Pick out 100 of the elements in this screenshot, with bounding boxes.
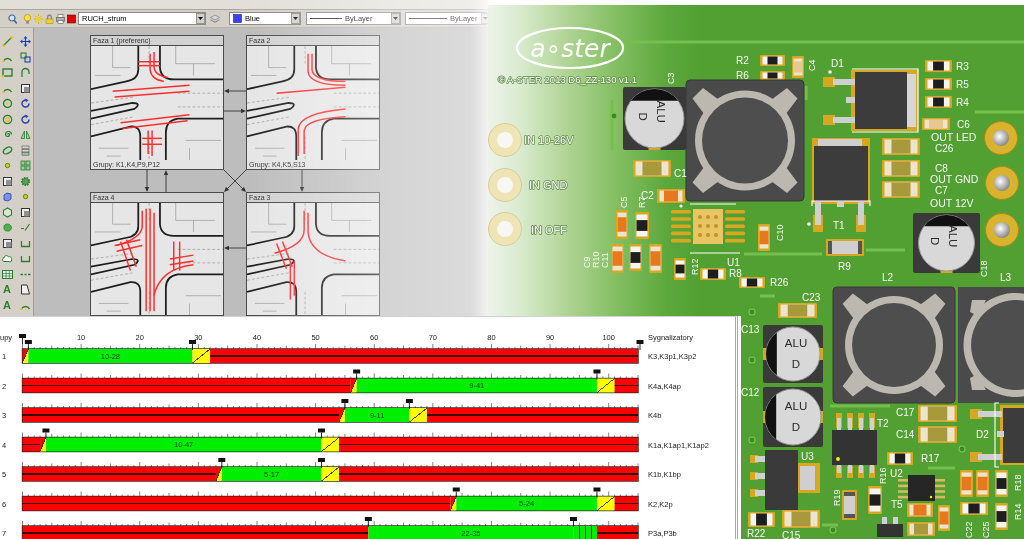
copper-trace	[975, 110, 1024, 114]
color-swatch-icon	[67, 13, 76, 24]
ring-icon[interactable]	[1, 113, 13, 125]
component-label: L3	[1000, 272, 1012, 283]
pad-label: OUT GND	[930, 173, 979, 185]
component-label: T1	[833, 220, 845, 231]
square-icon[interactable]	[19, 206, 31, 218]
via-icon	[610, 112, 618, 120]
pad-label: IN OFF	[531, 224, 568, 236]
smd-resistor	[748, 512, 775, 527]
lightbulb-icon[interactable]	[23, 13, 32, 24]
stack-icon[interactable]	[19, 144, 31, 156]
power-diode	[970, 402, 1024, 468]
component-label: R16	[878, 467, 888, 484]
layers-icon[interactable]	[210, 13, 220, 24]
rotate-icon[interactable]	[19, 98, 31, 109]
mirror-icon[interactable]	[19, 129, 31, 140]
copper-trace	[928, 466, 955, 470]
phase-marker-icon	[42, 428, 50, 439]
component-label: R12	[690, 258, 700, 275]
connector-pad	[488, 168, 522, 202]
rotate-icon[interactable]	[19, 113, 31, 125]
copper-trace	[804, 86, 808, 100]
copper-trace	[760, 294, 775, 298]
square-icon[interactable]	[1, 237, 13, 249]
ic-chip	[832, 413, 877, 478]
component-label: C25	[981, 521, 991, 538]
offset-icon[interactable]	[19, 67, 31, 78]
smd-capacitor	[633, 160, 671, 177]
magnifier-icon[interactable]	[8, 13, 17, 24]
connector-pad	[488, 212, 522, 246]
gear-icon[interactable]	[19, 175, 31, 187]
brand-logo: a∘ster	[515, 26, 625, 70]
flow-arrow	[224, 245, 247, 251]
component-label: C12	[741, 387, 760, 398]
smd-capacitor	[758, 224, 770, 251]
smd-resistor	[868, 486, 882, 514]
via-icon	[748, 356, 756, 364]
pad-label: IN GND	[529, 179, 568, 191]
smd-capacitor	[882, 181, 920, 198]
component-label: C14	[896, 429, 915, 440]
padlock-icon[interactable]	[45, 13, 54, 24]
cloud-icon[interactable]	[1, 253, 13, 264]
table-icon[interactable]	[1, 268, 13, 280]
phase-marker-icon	[405, 399, 413, 410]
component-label: U2	[890, 468, 903, 479]
phase-marker-icon	[353, 369, 361, 380]
pad-label: OUT LED	[931, 131, 977, 143]
component-label: R8	[729, 268, 742, 279]
trapezoid-icon[interactable]	[19, 284, 31, 295]
line-sample-icon	[409, 17, 447, 20]
component-label: R26	[770, 277, 789, 288]
smd-capacitor	[782, 510, 820, 528]
electrolytic-capacitor: ALU D	[763, 387, 823, 447]
melf-resistor	[826, 239, 864, 256]
grid-icon[interactable]	[19, 160, 31, 171]
copy-icon[interactable]	[19, 51, 31, 63]
cycle-end-marker-icon	[636, 340, 644, 351]
phase-marker-icon	[317, 458, 325, 469]
component-label: C5	[619, 196, 629, 208]
phase-marker-icon	[24, 340, 32, 351]
pad-label: OUT 12V	[930, 197, 974, 209]
smd-resistor	[674, 258, 686, 280]
slash-icon[interactable]	[19, 222, 31, 233]
electrolytic-capacitor: ALU D	[763, 325, 823, 383]
caret-icon[interactable]	[196, 13, 205, 24]
cross-arrow	[223, 169, 247, 192]
square-icon[interactable]	[1, 175, 13, 187]
line-icon[interactable]	[1, 36, 13, 47]
smd-resistor	[635, 212, 649, 239]
component-label: R14	[1013, 503, 1023, 520]
component-label: C4	[807, 59, 817, 71]
component-label: C1	[674, 168, 687, 179]
hexagon-icon[interactable]	[1, 206, 13, 218]
circle-icon[interactable]	[1, 98, 13, 109]
smd-capacitor	[918, 426, 957, 443]
pad-label: IN 10-26V	[524, 134, 574, 146]
blob-icon[interactable]	[1, 222, 13, 233]
flow-arrow	[163, 170, 169, 193]
caret-icon[interactable]	[291, 13, 300, 24]
component-label: R4	[956, 97, 969, 108]
phase-marker-icon	[593, 369, 601, 380]
flow-arrow	[223, 108, 246, 114]
move-arrows-icon[interactable]	[19, 36, 31, 47]
via-icon	[748, 436, 756, 444]
phase-marker-icon	[189, 340, 196, 351]
copper-trace	[866, 248, 905, 252]
square-icon[interactable]	[19, 82, 31, 94]
ellipse-icon[interactable]	[1, 144, 13, 156]
component-label: C7	[935, 185, 948, 196]
cube-icon[interactable]	[1, 191, 13, 202]
flow-arrow	[224, 88, 247, 94]
connector-pad	[985, 166, 1019, 200]
component-label: C23	[802, 292, 821, 303]
component-label: C22	[964, 521, 974, 538]
component-label: C17	[896, 407, 915, 418]
bracket-icon[interactable]	[19, 253, 31, 264]
printer-icon[interactable]	[56, 13, 65, 24]
component-label: U1	[727, 257, 740, 268]
rectangle-icon[interactable]	[1, 67, 13, 78]
